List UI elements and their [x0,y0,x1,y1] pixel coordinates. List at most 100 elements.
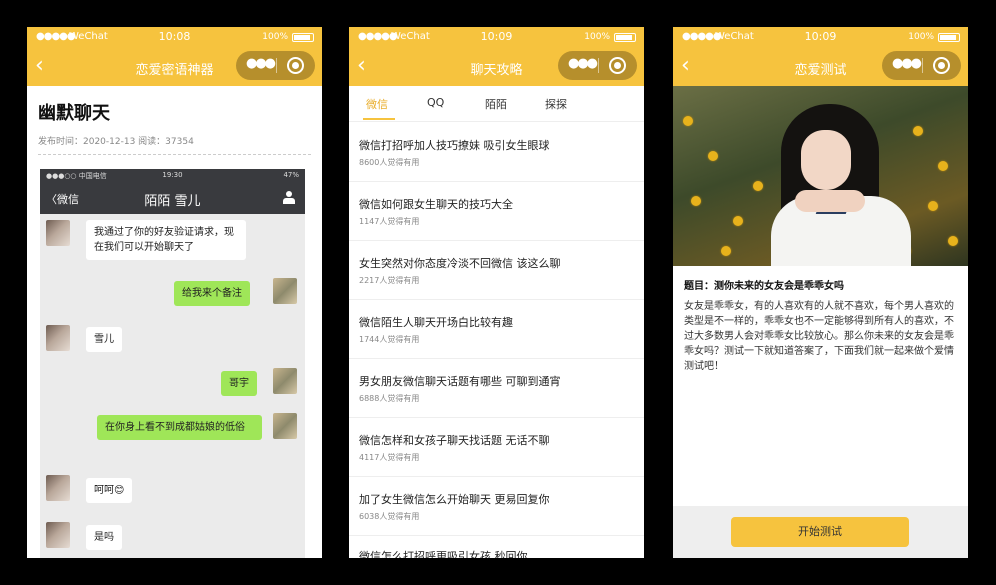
tab-momo[interactable]: 陌陌 [485,96,507,112]
flower-decoration [753,181,763,191]
photo-figure-arms [795,190,865,212]
item-title: 男女朋友微信聊天话题有哪些 可聊到通宵 [359,375,561,388]
back-chevron-icon[interactable]: ‹ [357,53,366,79]
avatar [46,475,70,501]
battery-icon [938,33,960,42]
status-bar: ●●●●● WeChat 10:08 100% [27,27,322,47]
back-chevron-icon[interactable]: ‹ [681,53,690,79]
top-bar: ●●●●● WeChat 10:08 100% ‹ 恋爱密语神器 ●●● [27,27,322,86]
capsule-divider [598,58,599,73]
item-title: 加了女生微信怎么开始聊天 更易回复你 [359,493,550,506]
avatar [46,522,70,548]
chat-bubble: 呵呵😊 [86,478,133,503]
item-subtitle: 6888人觉得有用 [359,394,420,403]
list-item[interactable]: 微信打招呼加人技巧撩妹 吸引女生眼球 8600人觉得有用 [349,123,644,182]
more-icon[interactable]: ●●● [892,56,922,71]
avatar [46,220,70,246]
article-meta: 发布时间：2020-12-13 阅读：37354 [38,137,194,147]
flower-decoration [683,116,693,126]
chat-bubble: 我通过了你的好友验证请求，现在我们可以开始聊天了 [86,220,246,260]
tab-tantan[interactable]: 探探 [545,96,567,112]
battery-percent: 100% [262,32,288,42]
phone-article: ●●●●● WeChat 10:08 100% ‹ 恋爱密语神器 ●●● 幽默聊… [27,27,322,558]
status-bar: ●●●●● WeChat 10:09 100% [673,27,968,47]
start-test-button[interactable]: 开始测试 [731,517,909,547]
battery-percent: 100% [908,32,934,42]
chat-screenshot-image: ●●●○○ 中国电信 19:30 47% 〈微信 陌陌 雪儿 我通过了你的好友验… [40,169,305,558]
list-item[interactable]: 微信如何跟女生聊天的技巧大全 1147人觉得有用 [349,182,644,241]
footer-bar: 开始测试 [673,506,968,558]
item-subtitle: 6038人觉得有用 [359,512,420,521]
flower-decoration [733,216,743,226]
screenshot-time: 19:30 [162,171,183,179]
photo-figure-face [801,130,851,190]
item-title: 微信怎样和女孩子聊天找话题 无话不聊 [359,434,550,447]
article-title: 幽默聊天 [38,103,110,124]
miniprogram-capsule: ●●● [882,51,961,80]
tab-qq[interactable]: QQ [427,96,444,109]
chat-bubble: 雪儿 [86,327,122,352]
miniprogram-capsule: ●●● [558,51,637,80]
capsule-divider [276,58,277,73]
user-icon [283,191,295,204]
battery-icon [614,33,636,42]
item-subtitle: 2217人觉得有用 [359,276,420,285]
battery-percent: 100% [584,32,610,42]
status-bar: ●●●●● WeChat 10:09 100% [349,27,644,47]
chat-bubble: 给我来个备注 [174,281,250,306]
flower-decoration [708,151,718,161]
capsule-divider [922,58,923,73]
divider [38,154,311,155]
list-item[interactable]: 微信陌生人聊天开场白比较有趣 1744人觉得有用 [349,300,644,359]
list-item[interactable]: 男女朋友微信聊天话题有哪些 可聊到通宵 6888人觉得有用 [349,359,644,418]
close-miniprogram-icon[interactable] [933,57,950,74]
miniprogram-capsule: ●●● [236,51,315,80]
top-bar: ●●●●● WeChat 10:09 100% ‹ 恋爱测试 ●●● [673,27,968,86]
avatar [273,413,297,439]
nav-bar: ‹ 恋爱密语神器 ●●● [27,47,322,86]
list-item[interactable]: 微信怎样和女孩子聊天找话题 无话不聊 4117人觉得有用 [349,418,644,477]
cover-photo [673,86,968,266]
screenshot-battery: 47% [283,171,299,179]
top-bar: ●●●●● WeChat 10:09 100% ‹ 聊天攻略 ●●● [349,27,644,86]
nav-bar: ‹ 聊天攻略 ●●● [349,47,644,86]
item-subtitle: 1744人觉得有用 [359,335,420,344]
list-item[interactable]: 微信怎么打招呼更吸引女孩 秒回你 [349,536,644,558]
screenshot-nav: 〈微信 陌陌 雪儿 [40,182,305,214]
phone-chat-guide: ●●●●● WeChat 10:09 100% ‹ 聊天攻略 ●●● 微信 QQ… [349,27,644,558]
close-miniprogram-icon[interactable] [287,57,304,74]
chat-bubble: 哥宇 [221,371,257,396]
list-item[interactable]: 女生突然对你态度冷淡不回微信 该这么聊 2217人觉得有用 [349,241,644,300]
question-description: 女友是乖乖女，有的人喜欢有的人就不喜欢，每个男人喜欢的类型是不一样的，乖乖女也不… [684,301,954,372]
close-miniprogram-icon[interactable] [609,57,626,74]
avatar [46,325,70,351]
flower-decoration [691,196,701,206]
item-title: 微信陌生人聊天开场白比较有趣 [359,316,513,329]
item-title: 女生突然对你态度冷淡不回微信 该这么聊 [359,257,561,270]
flower-decoration [948,236,958,246]
more-icon[interactable]: ●●● [246,56,276,71]
avatar [273,278,297,304]
question-title: 题目：测你未来的女友会是乖乖女吗 [684,281,844,292]
back-chevron-icon[interactable]: ‹ [35,53,44,79]
chat-bubble: 在你身上看不到成都姑娘的低俗 [97,415,262,440]
tab-wechat[interactable]: 微信 [366,96,388,112]
chat-bubble: 是吗 [86,525,122,550]
flower-decoration [938,161,948,171]
phone-love-test: ●●●●● WeChat 10:09 100% ‹ 恋爱测试 ●●● 题目：测你… [673,27,968,558]
active-tab-indicator [363,118,395,120]
item-subtitle: 8600人觉得有用 [359,158,420,167]
flower-decoration [928,201,938,211]
item-title: 微信怎么打招呼更吸引女孩 秒回你 [359,550,528,558]
item-title: 微信如何跟女生聊天的技巧大全 [359,198,513,211]
more-icon[interactable]: ●●● [568,56,598,71]
list-item[interactable]: 加了女生微信怎么开始聊天 更易回复你 6038人觉得有用 [349,477,644,536]
avatar [273,368,297,394]
category-tabs: 微信 QQ 陌陌 探探 [349,86,644,122]
battery-icon [292,33,314,42]
item-subtitle: 4117人觉得有用 [359,453,420,462]
screenshot-status-bar: ●●●○○ 中国电信 19:30 47% [40,169,305,182]
flower-decoration [721,246,731,256]
item-subtitle: 1147人觉得有用 [359,217,420,226]
nav-bar: ‹ 恋爱测试 ●●● [673,47,968,86]
